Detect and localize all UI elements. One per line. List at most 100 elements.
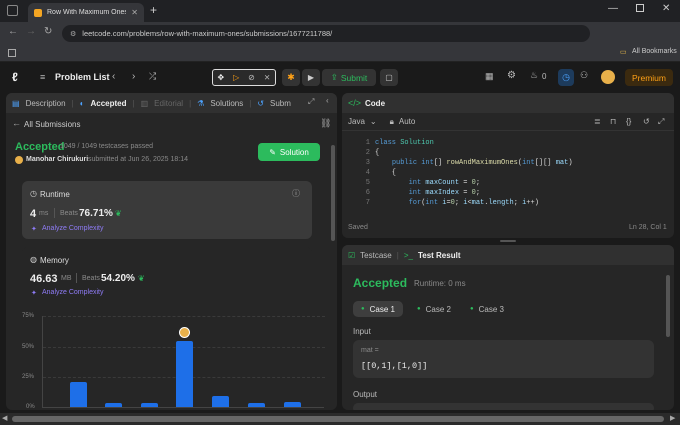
- tab-editorial[interactable]: Editorial: [154, 99, 183, 108]
- forward-icon[interactable]: →: [26, 26, 36, 37]
- tab-accepted[interactable]: Accepted: [91, 99, 127, 108]
- prev-problem-icon[interactable]: ‹: [112, 71, 115, 82]
- tab-test-result[interactable]: Test Result: [418, 251, 461, 260]
- chart-bar[interactable]: [105, 403, 122, 407]
- info-icon[interactable]: ⓘ: [292, 188, 300, 199]
- shuffle-icon[interactable]: ⤮: [149, 71, 156, 82]
- leaf-icon: ❦: [115, 209, 122, 218]
- distribution-chart: 75% 50% 25% 0%: [14, 311, 325, 410]
- format-icon[interactable]: ≣: [594, 117, 601, 126]
- case-3-tab[interactable]: ● Case 3: [463, 301, 511, 317]
- left-panel-scrollbar[interactable]: [331, 145, 335, 241]
- hide-icon[interactable]: ⊘: [248, 73, 255, 82]
- submission-status: Accepted: [15, 141, 65, 153]
- solution-button[interactable]: ✎ Solution: [258, 143, 320, 161]
- memory-analyze-link[interactable]: Analyze Complexity: [42, 289, 103, 296]
- drag-handle-icon[interactable]: ✥: [217, 73, 224, 82]
- back-icon[interactable]: ←: [8, 26, 18, 37]
- bookmark-icon[interactable]: ⊓: [610, 117, 616, 126]
- code-editor[interactable]: class Solution { public int[] rowAndMaxi…: [375, 138, 665, 208]
- leetcode-logo-icon[interactable]: ℓ: [12, 70, 18, 84]
- maximize-icon[interactable]: [636, 4, 644, 12]
- bookmarks-bar: ▭ All Bookmarks: [0, 45, 680, 62]
- browser-tab-strip: Row With Maximum Ones - Le ✕ + — ✕: [0, 0, 680, 22]
- debug-icon[interactable]: ✱: [282, 69, 300, 86]
- premium-button[interactable]: Premium: [625, 69, 673, 86]
- input-var-name: mat =: [361, 347, 379, 354]
- leetcode-navbar: ℓ ≡ Problem List ‹ › ⤮ ✥ ▷ ⊘ ⨯ ✱ ▶ ⇪ Sub…: [0, 62, 680, 92]
- memory-card[interactable]: ◍ Memory 46.63 MB Beats 54.20% ❦ ✦ Analy…: [22, 247, 312, 303]
- tab-solutions[interactable]: Solutions: [210, 99, 243, 108]
- play-outline-icon[interactable]: ▷: [233, 73, 239, 82]
- reset-icon[interactable]: ↺: [643, 117, 650, 126]
- mode-label[interactable]: Auto: [399, 117, 415, 126]
- result-status: Accepted: [353, 276, 408, 290]
- language-select[interactable]: Java: [348, 117, 365, 126]
- fullscreen-icon[interactable]: ⤢: [658, 117, 664, 127]
- all-submissions-link[interactable]: All Submissions: [24, 120, 80, 129]
- all-bookmarks-link[interactable]: All Bookmarks: [632, 48, 677, 55]
- list-icon[interactable]: ≡: [40, 72, 45, 82]
- add-user-icon[interactable]: ⚇: [580, 70, 588, 81]
- run-button[interactable]: ▶: [302, 69, 320, 86]
- panel-resize-handle[interactable]: [500, 240, 516, 242]
- chart-bar[interactable]: [248, 403, 265, 407]
- memory-unit: MB: [61, 275, 72, 282]
- chart-bar[interactable]: [212, 396, 229, 407]
- streak-fire-icon[interactable]: ♨: [530, 70, 538, 81]
- apps-grid-icon[interactable]: [8, 49, 16, 57]
- timer-icon[interactable]: ◷: [558, 69, 574, 86]
- result-scrollbar[interactable]: [666, 275, 670, 337]
- runtime-card[interactable]: ◷ Runtime ⓘ 4 ms Beats 76.71% ❦ ✦ Analyz…: [22, 181, 312, 239]
- minimize-icon[interactable]: —: [608, 3, 618, 14]
- memory-title: Memory: [40, 256, 69, 265]
- submissions-icon: ↺: [257, 98, 265, 108]
- tab-description[interactable]: Description: [26, 99, 66, 108]
- solutions-icon: ⚗: [197, 98, 205, 108]
- cursor-position: Ln 28, Col 1: [629, 224, 667, 231]
- page-scrollbar-thumb[interactable]: [12, 416, 664, 422]
- problem-list-link[interactable]: Problem List: [55, 72, 110, 82]
- submit-button[interactable]: ⇪ Submit: [322, 69, 376, 86]
- runtime-analyze-link[interactable]: Analyze Complexity: [42, 225, 103, 232]
- tab-submissions[interactable]: Subm: [270, 99, 291, 108]
- new-tab-icon[interactable]: +: [150, 3, 157, 17]
- chart-bar[interactable]: [284, 402, 301, 407]
- case-1-tab[interactable]: ● Case 1: [353, 301, 403, 317]
- notes-icon[interactable]: ▢: [380, 69, 398, 86]
- expand-icon[interactable]: ⤢: [308, 97, 314, 107]
- settings-gear-icon[interactable]: ⚙: [507, 70, 516, 81]
- site-info-icon[interactable]: ⚙: [70, 30, 76, 38]
- runtime-beats-label: Beats: [60, 210, 78, 217]
- your-submission-avatar: [179, 327, 190, 339]
- address-bar-row: ← → ↻ ⚙ leetcode.com/problems/row-with-m…: [0, 22, 680, 61]
- chart-bar[interactable]: [176, 341, 193, 407]
- back-arrow-icon[interactable]: ←: [12, 118, 21, 128]
- close-tab-icon[interactable]: ✕: [131, 8, 138, 17]
- braces-icon[interactable]: {}: [626, 117, 631, 126]
- tab-search-icon[interactable]: [7, 5, 18, 16]
- chart-bar[interactable]: [70, 381, 87, 407]
- chart-bar[interactable]: [141, 403, 158, 407]
- scroll-right-icon[interactable]: ▶: [670, 414, 675, 422]
- runtime-beats: 76.71%: [79, 208, 113, 219]
- link-icon[interactable]: ⛓: [320, 118, 331, 129]
- lock-icon: 🔒︎: [389, 116, 394, 126]
- layout-icon[interactable]: ▦: [485, 71, 494, 82]
- saved-status: Saved: [348, 224, 368, 231]
- memory-chip-icon: ◍: [30, 255, 37, 264]
- url-field[interactable]: ⚙ leetcode.com/problems/row-with-maximum…: [62, 25, 590, 42]
- chevron-down-icon[interactable]: ⌄: [370, 117, 377, 126]
- scroll-left-icon[interactable]: ◀: [2, 414, 7, 422]
- close-window-icon[interactable]: ✕: [662, 3, 670, 14]
- browser-tab[interactable]: Row With Maximum Ones - Le ✕: [28, 3, 144, 22]
- tab-testcase[interactable]: Testcase: [360, 251, 392, 260]
- next-problem-icon[interactable]: ›: [132, 71, 135, 82]
- break-icon[interactable]: ⨯: [264, 73, 271, 82]
- case-2-tab[interactable]: ● Case 2: [410, 301, 458, 317]
- testcases-passed: 1049 / 1049 testcases passed: [60, 143, 154, 150]
- user-avatar[interactable]: [601, 70, 615, 84]
- reload-icon[interactable]: ↻: [44, 26, 52, 37]
- username[interactable]: Manohar Chirukuri: [26, 156, 88, 163]
- collapse-icon[interactable]: ‹: [326, 96, 329, 105]
